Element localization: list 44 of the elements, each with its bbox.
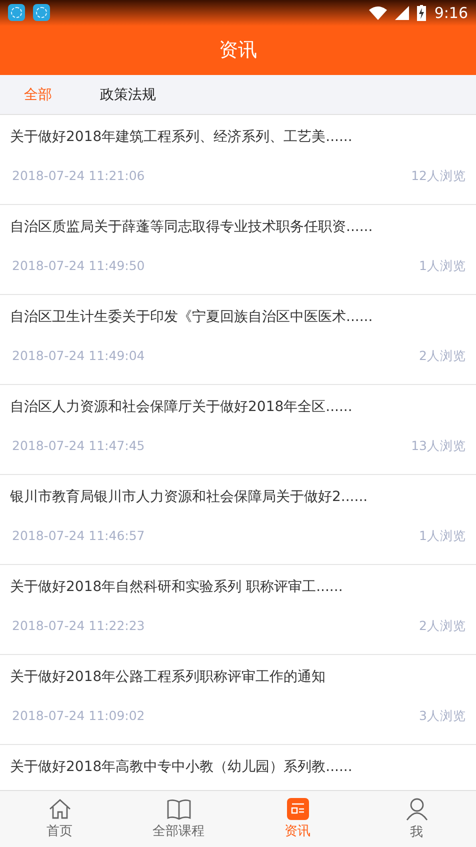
status-time: 9:16 [434, 4, 468, 22]
view-count: 13人浏览 [411, 438, 466, 455]
category-tab[interactable]: 政策法规 [100, 86, 156, 104]
article-item[interactable]: 自治区质监局关于薛蓬等同志取得专业技术职务任职资...... 2018-07-24 11:49:50 1人浏览 [0, 205, 476, 295]
article-date: 2018-07-24 11:21:06 [12, 168, 145, 185]
article-date: 2018-07-24 11:47:45 [12, 438, 145, 455]
wifi-icon [369, 6, 388, 20]
app-icon [33, 4, 50, 21]
article-date: 2018-07-24 11:46:57 [12, 528, 145, 545]
page-title: 资讯 [219, 38, 257, 63]
article-title: 自治区人力资源和社会保障厅关于做好2018年全区...... [10, 398, 354, 416]
view-count: 2人浏览 [419, 618, 466, 635]
book-icon [166, 798, 192, 820]
article-title: 关于做好2018年建筑工程系列、经济系列、工艺美...... [10, 128, 354, 146]
home-icon [48, 798, 72, 820]
nav-tab[interactable]: 我 [357, 791, 476, 847]
view-count: 2人浏览 [419, 348, 466, 365]
article-title: 关于做好2018年高教中专中小教（幼儿园）系列教...... [10, 758, 354, 776]
article-item[interactable]: 关于做好2018年自然科研和实验系列 职称评审工...... 2018-07-24 11:22:23 2人浏览 [0, 565, 476, 655]
article-date: 2018-07-24 11:22:23 [12, 618, 145, 635]
article-title: 自治区卫生计生委关于印发《宁夏回族自治区中医医术...... [10, 308, 374, 326]
view-count: 12人浏览 [411, 168, 466, 185]
article-date: 2018-07-24 11:49:04 [12, 348, 145, 365]
person-icon [404, 797, 428, 821]
article-date: 2018-07-24 11:09:02 [12, 708, 145, 725]
nav-tab[interactable]: 全部课程 [119, 791, 238, 847]
article-item[interactable]: 自治区卫生计生委关于印发《宁夏回族自治区中医医术...... 2018-07-24 11:49:04 2人浏览 [0, 295, 476, 385]
article-title: 自治区质监局关于薛蓬等同志取得专业技术职务任职资...... [10, 218, 374, 236]
app-icon [8, 4, 25, 21]
article-title: 关于做好2018年公路工程系列职称评审工作的通知 [10, 668, 327, 686]
article-item[interactable]: 关于做好2018年公路工程系列职称评审工作的通知 2018-07-24 11:09:02 3人浏览 [0, 655, 476, 745]
news-icon [286, 798, 308, 820]
article-title: 银川市教育局银川市人力资源和社会保障局关于做好2...... [10, 488, 369, 506]
article-title: 关于做好2018年自然科研和实验系列 职称评审工...... [10, 578, 344, 596]
view-count: 3人浏览 [419, 708, 466, 725]
view-count: 1人浏览 [419, 528, 466, 545]
article-date: 2018-07-24 11:49:50 [12, 258, 145, 275]
signal-icon [395, 6, 410, 20]
article-item[interactable]: 银川市教育局银川市人力资源和社会保障局关于做好2...... 2018-07-24 11:46:57 1人浏览 [0, 475, 476, 565]
article-item[interactable]: 自治区人力资源和社会保障厅关于做好2018年全区...... 2018-07-24 11:47:45 13人浏览 [0, 385, 476, 475]
nav-tab[interactable]: 首页 [0, 791, 119, 847]
view-count: 1人浏览 [419, 258, 466, 275]
battery-icon [417, 4, 426, 20]
article-item[interactable]: 关于做好2018年建筑工程系列、经济系列、工艺美...... 2018-07-24 11:21:06 12人浏览 [0, 115, 476, 205]
